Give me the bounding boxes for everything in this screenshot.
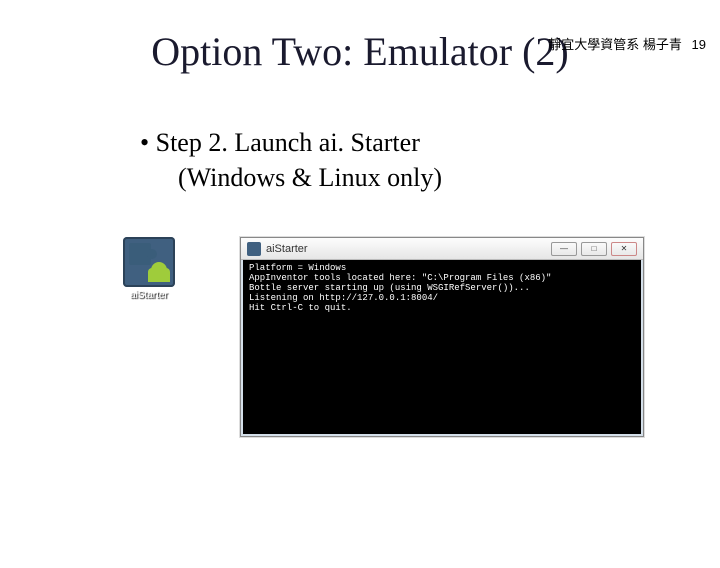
desktop-shortcut-aistarter[interactable]: aiStarter [118, 237, 180, 301]
header-meta: 靜宜大學資管系 楊子青 19 [548, 34, 706, 53]
terminal-line: Hit Ctrl-C to quit. [249, 303, 352, 313]
window-controls: — □ ✕ [551, 242, 637, 256]
terminal-app-icon [247, 242, 261, 256]
bullet-line-2: (Windows & Linux only) [178, 160, 720, 195]
terminal-line: Listening on http://127.0.0.1:8004/ [249, 293, 438, 303]
terminal-line: Bottle server starting up (using WSGIRef… [249, 283, 530, 293]
terminal-line: AppInventor tools located here: "C:\Prog… [249, 273, 551, 283]
bullet-line-1: • Step 2. Launch ai. Starter [140, 125, 720, 160]
minimize-button[interactable]: — [551, 242, 577, 256]
institution-text: 靜宜大學資管系 楊子青 [548, 37, 682, 52]
page-number: 19 [692, 37, 706, 52]
bullet-block: • Step 2. Launch ai. Starter (Windows & … [140, 125, 720, 195]
maximize-button[interactable]: □ [581, 242, 607, 256]
terminal-body: Platform = Windows AppInventor tools loc… [241, 260, 643, 436]
terminal-window: aiStarter — □ ✕ Platform = Windows AppIn… [240, 237, 644, 437]
terminal-line: Platform = Windows [249, 263, 346, 273]
close-button[interactable]: ✕ [611, 242, 637, 256]
content-row: aiStarter aiStarter — □ ✕ Platform = Win… [118, 237, 720, 437]
terminal-title-text: aiStarter [266, 243, 551, 255]
aistarter-icon [123, 237, 175, 287]
terminal-titlebar[interactable]: aiStarter — □ ✕ [241, 238, 643, 260]
desktop-shortcut-label: aiStarter [130, 290, 168, 301]
